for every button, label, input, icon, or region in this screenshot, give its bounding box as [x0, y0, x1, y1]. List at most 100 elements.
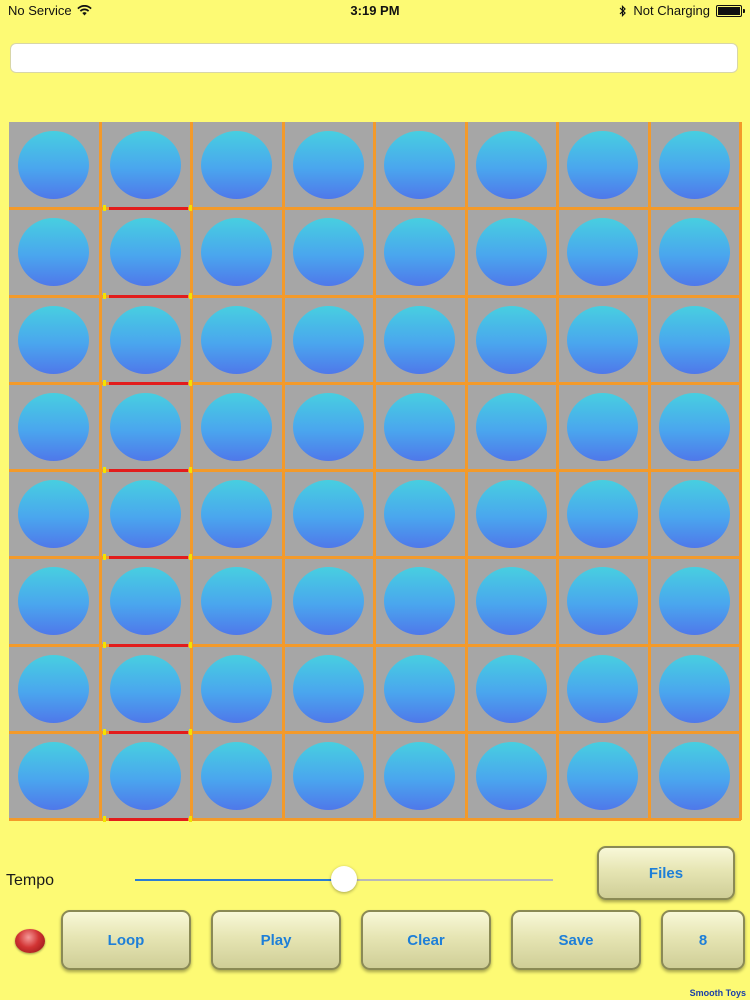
- step-cell[interactable]: [284, 297, 376, 384]
- step-cell[interactable]: [101, 384, 193, 471]
- step-pad[interactable]: [384, 131, 455, 199]
- step-cell[interactable]: [284, 209, 376, 296]
- step-cell[interactable]: [375, 384, 467, 471]
- step-cell[interactable]: [9, 209, 101, 296]
- step-cell[interactable]: [9, 122, 101, 209]
- step-pad[interactable]: [18, 131, 89, 199]
- step-pad[interactable]: [384, 741, 455, 810]
- step-cell[interactable]: [650, 471, 742, 558]
- step-cell[interactable]: [284, 384, 376, 471]
- step-pad[interactable]: [201, 392, 272, 461]
- step-pad[interactable]: [475, 305, 547, 374]
- step-pad[interactable]: [201, 567, 272, 636]
- step-pad[interactable]: [658, 218, 730, 287]
- step-pad[interactable]: [567, 218, 638, 287]
- step-cell[interactable]: [101, 646, 193, 733]
- step-cell[interactable]: [558, 209, 650, 296]
- step-pad[interactable]: [109, 392, 181, 461]
- step-pad[interactable]: [384, 480, 455, 548]
- step-cell[interactable]: [9, 471, 101, 558]
- step-cell[interactable]: [101, 297, 193, 384]
- step-cell[interactable]: [650, 297, 742, 384]
- step-pad[interactable]: [292, 654, 364, 723]
- step-pad[interactable]: [567, 741, 638, 810]
- step-pad[interactable]: [384, 567, 455, 636]
- step-cell[interactable]: [192, 384, 284, 471]
- step-cell[interactable]: [9, 384, 101, 471]
- step-cell[interactable]: [558, 733, 650, 820]
- slider-thumb[interactable]: [331, 866, 357, 892]
- step-pad[interactable]: [384, 218, 455, 287]
- step-cell[interactable]: [284, 558, 376, 645]
- step-cell[interactable]: [467, 209, 559, 296]
- step-pad[interactable]: [18, 654, 89, 723]
- step-pad[interactable]: [18, 392, 89, 461]
- pattern-name-input[interactable]: [10, 43, 738, 73]
- step-cell[interactable]: [9, 297, 101, 384]
- step-cell[interactable]: [192, 297, 284, 384]
- step-pad[interactable]: [18, 305, 89, 374]
- step-pad[interactable]: [201, 131, 272, 199]
- step-pad[interactable]: [475, 654, 547, 723]
- step-pad[interactable]: [658, 741, 730, 810]
- step-cell[interactable]: [284, 646, 376, 733]
- step-pad[interactable]: [567, 392, 638, 461]
- step-cell[interactable]: [467, 471, 559, 558]
- step-cell[interactable]: [467, 297, 559, 384]
- step-cell[interactable]: [558, 558, 650, 645]
- save-button[interactable]: Save: [511, 910, 641, 970]
- step-pad[interactable]: [109, 480, 181, 548]
- step-cell[interactable]: [650, 384, 742, 471]
- step-pad[interactable]: [658, 654, 730, 723]
- step-cell[interactable]: [558, 384, 650, 471]
- step-cell[interactable]: [9, 646, 101, 733]
- clear-button[interactable]: Clear: [361, 910, 491, 970]
- step-pad[interactable]: [292, 305, 364, 374]
- step-pad[interactable]: [109, 567, 181, 636]
- step-pad[interactable]: [384, 654, 455, 723]
- step-pad[interactable]: [18, 741, 89, 810]
- step-pad[interactable]: [18, 218, 89, 287]
- step-cell[interactable]: [192, 646, 284, 733]
- loop-button[interactable]: Loop: [61, 910, 191, 970]
- step-cell[interactable]: [650, 733, 742, 820]
- files-button[interactable]: Files: [597, 846, 735, 900]
- step-cell[interactable]: [284, 471, 376, 558]
- step-pad[interactable]: [109, 131, 181, 199]
- step-cell[interactable]: [192, 733, 284, 820]
- step-cell[interactable]: [101, 209, 193, 296]
- step-pad[interactable]: [567, 654, 638, 723]
- step-pad[interactable]: [475, 741, 547, 810]
- step-pad[interactable]: [109, 654, 181, 723]
- step-pad[interactable]: [384, 305, 455, 374]
- step-pad[interactable]: [567, 305, 638, 374]
- step-pad[interactable]: [658, 305, 730, 374]
- step-cell[interactable]: [650, 122, 742, 209]
- step-pad[interactable]: [567, 567, 638, 636]
- step-pad[interactable]: [475, 480, 547, 548]
- step-pad[interactable]: [109, 741, 181, 810]
- step-pad[interactable]: [201, 480, 272, 548]
- step-cell[interactable]: [101, 471, 193, 558]
- step-pad[interactable]: [475, 131, 547, 199]
- step-cell[interactable]: [558, 471, 650, 558]
- step-pad[interactable]: [658, 480, 730, 548]
- step-pad[interactable]: [292, 567, 364, 636]
- step-cell[interactable]: [9, 733, 101, 820]
- step-pad[interactable]: [201, 218, 272, 287]
- step-cell[interactable]: [192, 558, 284, 645]
- step-cell[interactable]: [375, 122, 467, 209]
- steps-button[interactable]: 8: [661, 910, 745, 970]
- step-cell[interactable]: [650, 209, 742, 296]
- step-cell[interactable]: [375, 558, 467, 645]
- step-cell[interactable]: [101, 558, 193, 645]
- step-pad[interactable]: [658, 131, 730, 199]
- step-cell[interactable]: [558, 122, 650, 209]
- step-cell[interactable]: [467, 558, 559, 645]
- step-cell[interactable]: [284, 733, 376, 820]
- step-pad[interactable]: [201, 741, 272, 810]
- step-pad[interactable]: [18, 567, 89, 636]
- step-pad[interactable]: [18, 480, 89, 548]
- step-cell[interactable]: [375, 733, 467, 820]
- step-pad[interactable]: [109, 218, 181, 287]
